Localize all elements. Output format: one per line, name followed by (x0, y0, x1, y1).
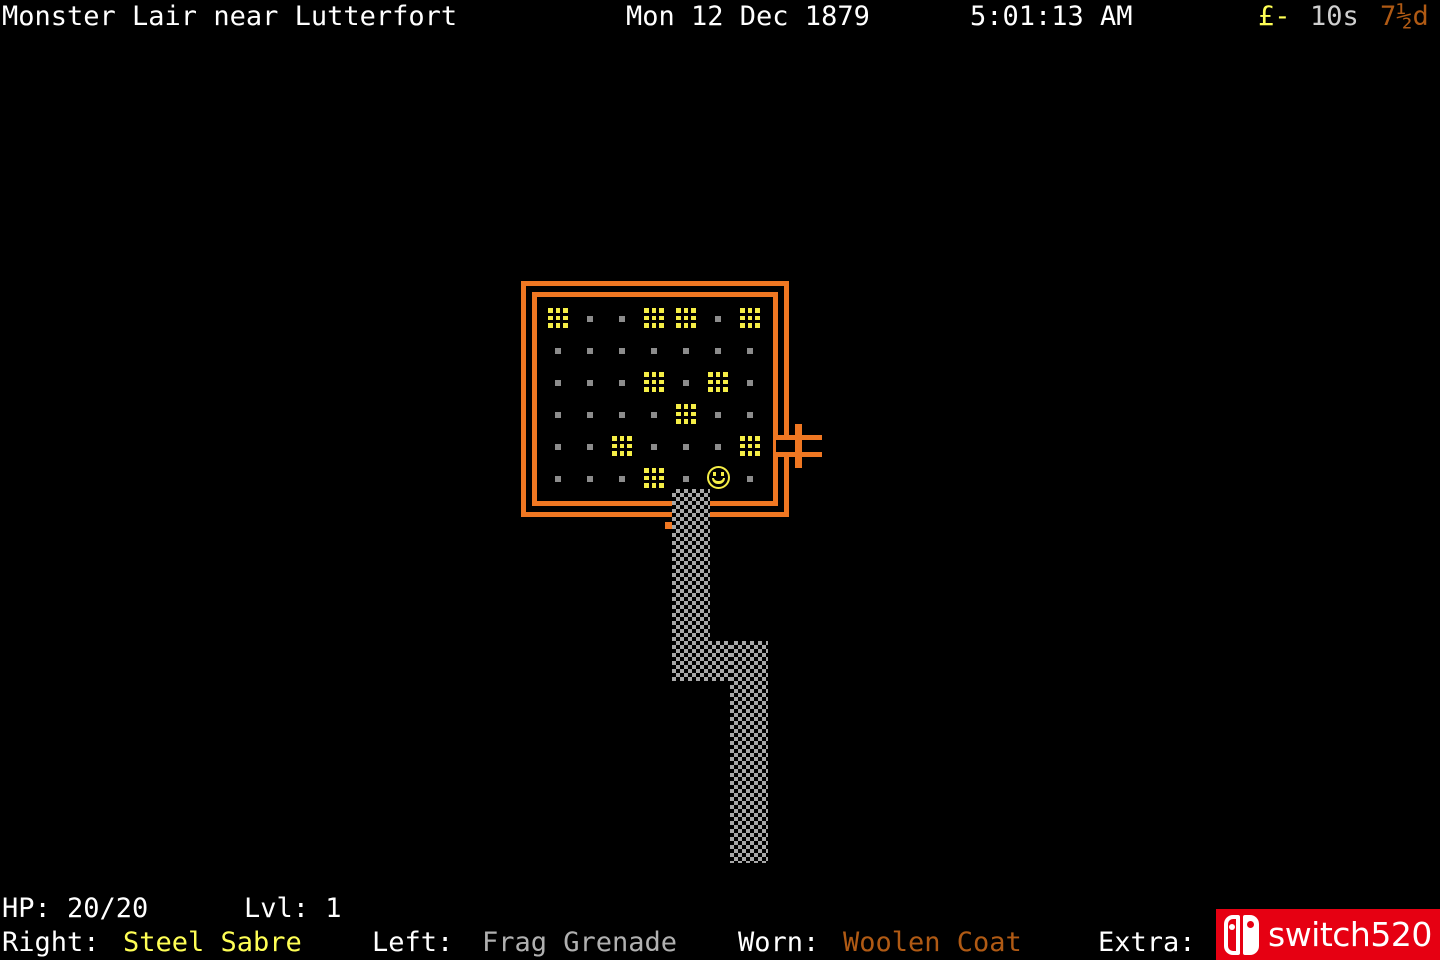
extra-label: Extra: (1098, 927, 1196, 958)
time-display: 5:01:13 AM (970, 1, 1133, 32)
map-tile-floor[interactable] (545, 400, 571, 428)
watermark-text: switch520 (1268, 915, 1432, 954)
corridor-vertical-lower (730, 641, 768, 863)
map-tile-floor[interactable] (545, 336, 571, 364)
map-tile-item[interactable] (705, 368, 731, 396)
map-tile-floor[interactable] (705, 432, 731, 460)
map-viewport[interactable] (0, 34, 1440, 890)
map-tile-floor[interactable] (641, 400, 667, 428)
map-tile-floor[interactable] (673, 336, 699, 364)
map-tile-item[interactable] (737, 432, 763, 460)
map-tile-floor[interactable] (641, 432, 667, 460)
map-tile-floor[interactable] (737, 400, 763, 428)
map-tile-floor[interactable] (609, 464, 635, 492)
map-tile-floor[interactable] (609, 336, 635, 364)
currency-shillings: 10s (1310, 1, 1359, 32)
top-status-bar: Monster Lair near Lutterfort Mon 12 Dec … (0, 0, 1440, 34)
currency-pounds: £- (1258, 1, 1291, 32)
map-tile-floor[interactable] (641, 336, 667, 364)
location-title: Monster Lair near Lutterfort (2, 1, 458, 32)
map-tile-item[interactable] (641, 368, 667, 396)
map-tile-floor[interactable] (705, 336, 731, 364)
nintendo-switch-icon (1222, 914, 1262, 955)
map-tile-floor[interactable] (577, 432, 603, 460)
map-tile-floor[interactable] (609, 304, 635, 332)
hp-stat: HP: 20/20 (2, 893, 149, 924)
map-tile-floor[interactable] (577, 400, 603, 428)
map-tile-floor[interactable] (577, 464, 603, 492)
map-tile-item[interactable] (673, 304, 699, 332)
map-tile-floor[interactable] (545, 432, 571, 460)
map-tile-floor[interactable] (545, 464, 571, 492)
left-hand-label: Left: (372, 927, 454, 958)
door-right-gap (776, 440, 795, 452)
player-character[interactable] (705, 464, 731, 492)
map-tile-floor[interactable] (737, 368, 763, 396)
watermark-badge: switch520 (1216, 909, 1440, 960)
left-hand-item[interactable]: Frag Grenade (482, 926, 677, 960)
map-tile-floor[interactable] (609, 368, 635, 396)
map-tile-floor[interactable] (545, 368, 571, 396)
currency-pence: 7½d (1380, 1, 1429, 32)
map-tile-floor[interactable] (705, 400, 731, 428)
map-tile-floor[interactable] (673, 432, 699, 460)
map-tile-floor[interactable] (673, 368, 699, 396)
map-tile-item[interactable] (737, 304, 763, 332)
level-stat: Lvl: 1 (244, 893, 342, 924)
joycon-left-icon (1224, 914, 1240, 955)
map-tile-item[interactable] (641, 304, 667, 332)
door-right-post (795, 424, 802, 468)
map-tile-floor[interactable] (577, 336, 603, 364)
right-hand-item[interactable]: Steel Sabre (123, 926, 302, 960)
map-tile-floor[interactable] (673, 464, 699, 492)
map-tile-floor[interactable] (737, 336, 763, 364)
door-right[interactable] (776, 424, 822, 468)
map-tile-item[interactable] (545, 304, 571, 332)
map-tile-floor[interactable] (609, 400, 635, 428)
worn-label: Worn: (738, 927, 820, 958)
map-tile-floor[interactable] (705, 304, 731, 332)
map-tile-item[interactable] (641, 464, 667, 492)
map-tile-floor[interactable] (737, 464, 763, 492)
room-tile-grid[interactable] (545, 304, 767, 494)
worn-item[interactable]: Woolen Coat (843, 926, 1022, 960)
map-tile-item[interactable] (609, 432, 635, 460)
joycon-right-icon (1243, 914, 1259, 955)
right-hand-label: Right: (2, 927, 100, 958)
map-tile-floor[interactable] (577, 368, 603, 396)
date-display: Mon 12 Dec 1879 (626, 1, 870, 32)
map-tile-floor[interactable] (577, 304, 603, 332)
map-tile-item[interactable] (673, 400, 699, 428)
